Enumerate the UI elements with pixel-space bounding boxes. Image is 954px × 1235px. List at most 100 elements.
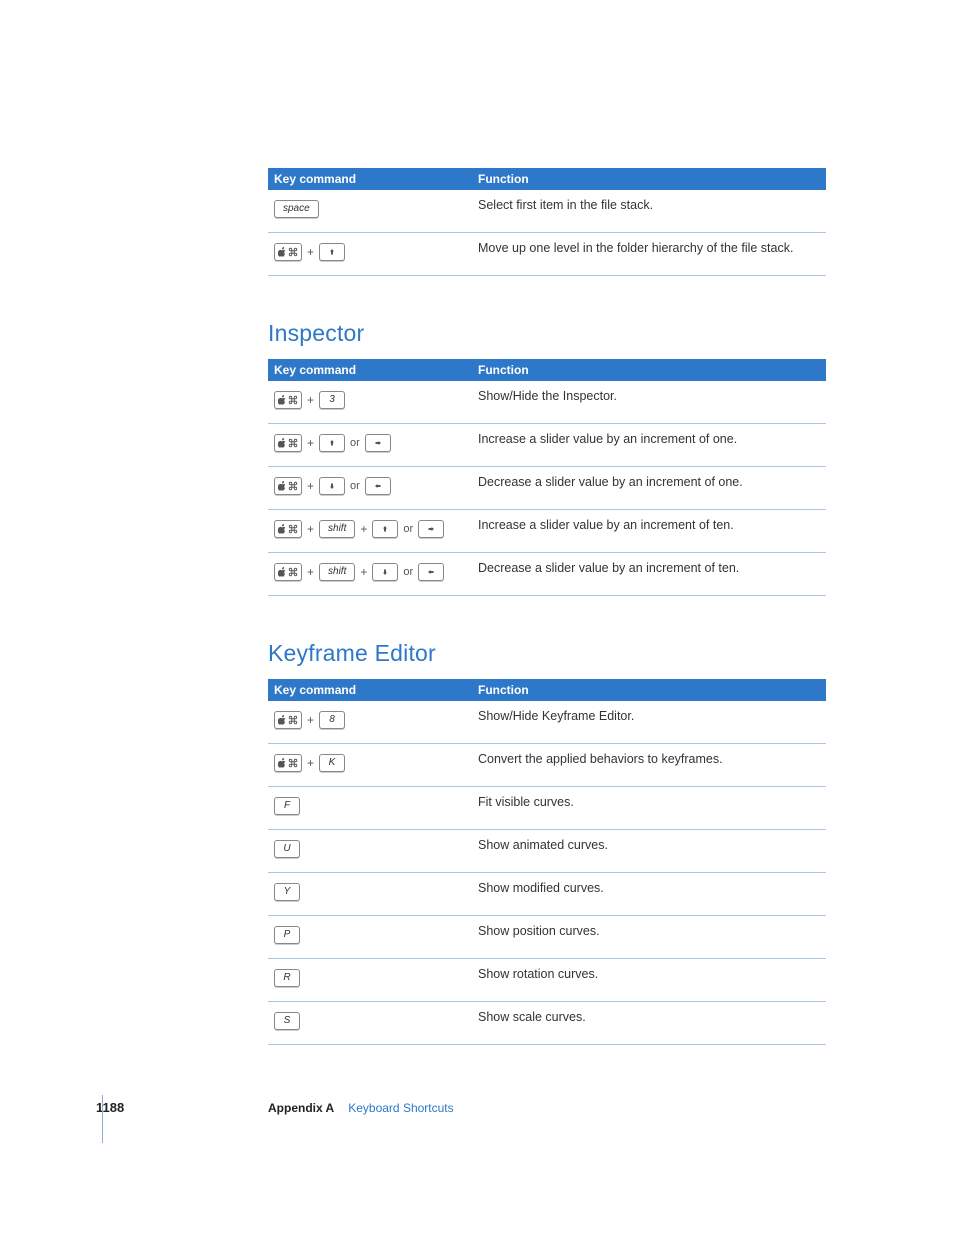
table-row: +shift+orDecrease a slider value by an i… [268, 553, 826, 596]
chapter-title: Keyboard Shortcuts [348, 1101, 453, 1115]
function-cell: Increase a slider value by an increment … [472, 510, 826, 553]
function-cell: Show/Hide the Inspector. [472, 381, 826, 424]
table-row: +shift+orIncrease a slider value by an i… [268, 510, 826, 553]
key-command-cell: + [268, 233, 472, 276]
function-cell: Show rotation curves. [472, 959, 826, 1002]
or-separator: or [349, 437, 361, 449]
or-separator: or [402, 523, 414, 535]
column-header-key: Key command [268, 359, 472, 381]
table-row: +orDecrease a slider value by an increme… [268, 467, 826, 510]
function-cell: Show animated curves. [472, 830, 826, 873]
key-sequence: +shift+or [274, 520, 466, 538]
table-row: R Show rotation curves. [268, 959, 826, 1002]
column-header-key: Key command [268, 168, 472, 190]
table-row: +or Increase a slider value by an increme… [268, 424, 826, 467]
key-command-cell: +K [268, 744, 472, 787]
key-shift: shift [319, 520, 355, 538]
command-key-icon [274, 520, 302, 538]
function-cell: Convert the applied behaviors to keyfram… [472, 744, 826, 787]
table-row: +K Convert the applied behaviors to keyfr… [268, 744, 826, 787]
plus-separator: + [306, 245, 315, 259]
plus-separator: + [359, 522, 368, 536]
key-y: Y [274, 883, 300, 901]
key-u: U [274, 840, 300, 858]
key-space: space [274, 200, 319, 218]
key-shift: shift [319, 563, 355, 581]
plus-separator: + [306, 713, 315, 727]
arrow-up-key-icon [319, 434, 345, 452]
key-sequence: + or [274, 477, 466, 495]
key-r: R [274, 969, 300, 987]
plus-separator: + [306, 393, 315, 407]
or-separator: or [349, 480, 361, 492]
key-command-cell: space [268, 190, 472, 233]
key-command-cell: F [268, 787, 472, 830]
function-cell: Show modified curves. [472, 873, 826, 916]
key-sequence: Y [274, 883, 466, 901]
footer-rule [102, 1095, 103, 1143]
key-sequence: U [274, 840, 466, 858]
command-key-icon [274, 477, 302, 495]
page: Key commandFunctionspaceSelect first ite… [0, 0, 954, 1235]
key-sequence: F [274, 797, 466, 815]
or-separator: or [402, 566, 414, 578]
key-sequence: +3 [274, 391, 466, 409]
arrow-right-key-icon [365, 434, 391, 452]
command-key-icon [274, 391, 302, 409]
table-row: Y Show modified curves. [268, 873, 826, 916]
function-cell: Show scale curves. [472, 1002, 826, 1045]
table-row: +Move up one level in the folder hierarc… [268, 233, 826, 276]
key-s: S [274, 1012, 300, 1030]
table-row: F Fit visible curves. [268, 787, 826, 830]
column-header-key: Key command [268, 679, 472, 701]
command-key-icon [274, 563, 302, 581]
key-f: F [274, 797, 300, 815]
key-3: 3 [319, 391, 345, 409]
key-command-cell: +8 [268, 701, 472, 744]
function-cell: Select first item in the file stack. [472, 190, 826, 233]
plus-separator: + [306, 479, 315, 493]
table-row: S Show scale curves. [268, 1002, 826, 1045]
plus-separator: + [306, 565, 315, 579]
key-8: 8 [319, 711, 345, 729]
key-sequence: +or [274, 434, 466, 452]
command-key-icon [274, 754, 302, 772]
key-p: P [274, 926, 300, 944]
key-sequence: +8 [274, 711, 466, 729]
key-command-cell: +shift+or [268, 510, 472, 553]
command-key-icon [274, 434, 302, 452]
function-cell: Fit visible curves. [472, 787, 826, 830]
key-command-cell: P [268, 916, 472, 959]
function-cell: Show position curves. [472, 916, 826, 959]
column-header-function: Function [472, 679, 826, 701]
page-footer: 1188 Appendix A Keyboard Shortcuts [0, 1100, 954, 1115]
command-key-icon [274, 711, 302, 729]
table-row: +8Show/Hide Keyframe Editor. [268, 701, 826, 744]
column-header-function: Function [472, 168, 826, 190]
section-heading: Inspector [268, 320, 826, 347]
key-command-cell: Y [268, 873, 472, 916]
arrow-down-key-icon [319, 477, 345, 495]
key-sequence: S [274, 1012, 466, 1030]
plus-separator: + [359, 565, 368, 579]
key-sequence: +K [274, 754, 466, 772]
arrow-left-key-icon [418, 563, 444, 581]
key-sequence: + shift + or [274, 563, 466, 581]
key-command-cell: S [268, 1002, 472, 1045]
table-row: U Show animated curves. [268, 830, 826, 873]
key-k: K [319, 754, 345, 772]
key-sequence: R [274, 969, 466, 987]
function-cell: Increase a slider value by an increment … [472, 424, 826, 467]
table-row: space Select first item in the file stack… [268, 190, 826, 233]
arrow-up-key-icon [319, 243, 345, 261]
command-key-icon [274, 243, 302, 261]
table-row: P Show position curves. [268, 916, 826, 959]
shortcut-table: Key commandFunction+8Show/Hide Keyframe … [268, 679, 826, 1045]
key-sequence: space [274, 200, 466, 218]
table-row: +3 Show/Hide the Inspector. [268, 381, 826, 424]
key-command-cell: U [268, 830, 472, 873]
arrow-down-key-icon [372, 563, 398, 581]
key-command-cell: + or [268, 467, 472, 510]
arrow-left-key-icon [365, 477, 391, 495]
shortcut-table: Key commandFunction space Select first ite… [268, 168, 826, 276]
